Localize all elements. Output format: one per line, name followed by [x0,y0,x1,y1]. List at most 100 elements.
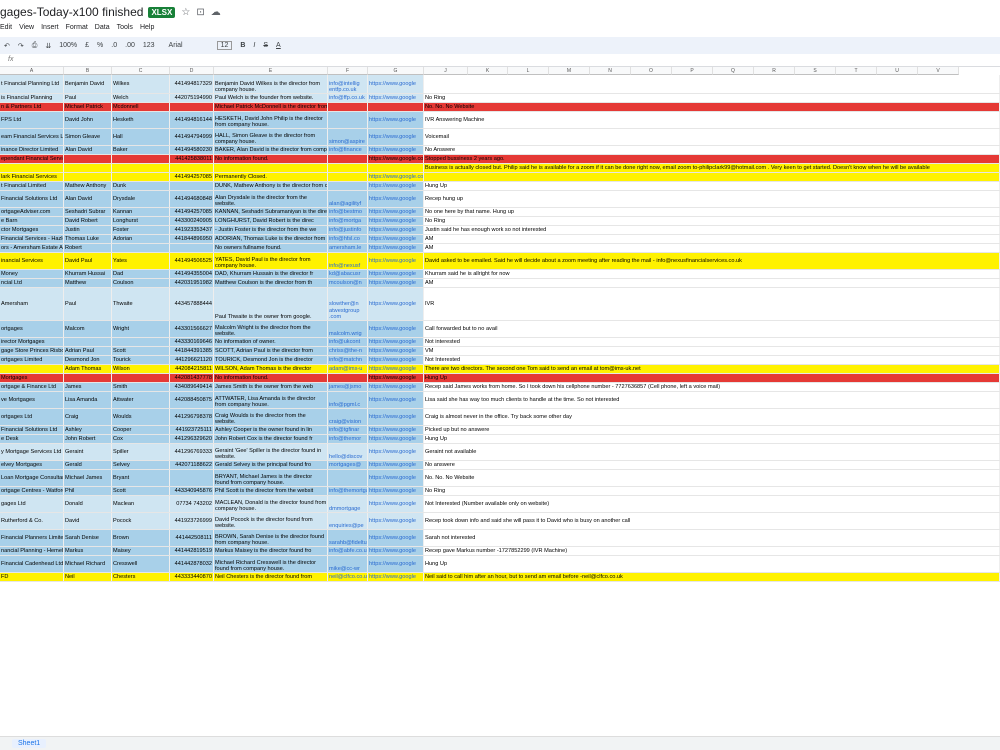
cell-d[interactable]: 442075194990 [170,94,214,102]
cell-j[interactable]: Neil said to call him after an hour, but… [424,573,1000,581]
menu-insert[interactable]: Insert [41,24,59,36]
cell-c[interactable]: Foster [112,226,170,234]
cell-e[interactable]: Paul Thwaite is the owner from google. [214,288,328,320]
cell-b[interactable]: David Robert [64,217,112,225]
cell-c[interactable] [112,164,170,172]
cell-c[interactable]: Cox [112,435,170,443]
cell-a[interactable]: FD [0,573,64,581]
strikethrough-button[interactable]: S [263,42,268,49]
cell-a[interactable]: ortgage & Finance Ltd [0,383,64,391]
cell-a[interactable]: ortgages [0,321,64,337]
cell-b[interactable]: Justin [64,226,112,234]
cell-e[interactable]: Matthew Coulson is the director from th [214,279,328,287]
cell-d[interactable]: 443457888444 [170,288,214,320]
cell-g[interactable]: https://www.google [368,487,424,495]
cell-a[interactable]: ortgages Limited [0,356,64,364]
cell-f[interactable] [328,155,368,163]
cell-e[interactable]: BAKER, Alan David is the director from c… [214,146,328,154]
cell-c[interactable]: Spiller [112,444,170,460]
cell-b[interactable]: James [64,383,112,391]
cell-c[interactable]: Smith [112,383,170,391]
cell-e[interactable]: No information of owner. [214,338,328,346]
cell-g[interactable]: https://www.google [368,270,424,278]
cell-c[interactable]: Dad [112,270,170,278]
cell-g[interactable]: https://www.google [368,288,424,320]
cell-f[interactable]: dmmortgage [328,496,368,512]
cell-j[interactable]: No Ring [424,487,1000,495]
cell-e[interactable]: Michael Patrick McDonnell is the directo… [214,103,328,111]
cell-b[interactable]: Neil [64,573,112,581]
print-icon[interactable]: ⎙ [32,42,38,50]
cell-g[interactable]: https://www.google [368,347,424,355]
cell-e[interactable]: Geraint 'Gee' Spiller is the director fo… [214,444,328,460]
cell-d[interactable]: 442088450875 [170,392,214,408]
cell-j[interactable]: No one here by that name. Hung up [424,208,1000,216]
cell-d[interactable]: 441296621120 [170,356,214,364]
cell-a[interactable]: Financial Planners Limited [0,530,64,546]
document-title[interactable]: gages-Today-x100 finished [0,5,143,19]
cell-j[interactable]: Hung Up [424,374,1000,382]
column-header-n[interactable]: N [590,67,631,75]
cell-e[interactable]: MACLEAN, Donald is the director found fr… [214,496,328,512]
cell-a[interactable]: n & Partners Ltd [0,103,64,111]
column-header-t[interactable]: T [836,67,877,75]
cell-g[interactable]: https://www.google [368,530,424,546]
cell-b[interactable]: Malcom [64,321,112,337]
cell-g[interactable]: https://www.google [368,409,424,425]
cell-g[interactable]: https://www.google [368,461,424,469]
column-header-b[interactable]: B [64,67,112,75]
cell-c[interactable]: Tourick [112,356,170,364]
cell-d[interactable]: 443301566627 [170,321,214,337]
cell-b[interactable]: Simon Gleave [64,129,112,145]
cell-b[interactable]: Paul [64,94,112,102]
cell-j[interactable]: AM [424,279,1000,287]
cell-f[interactable] [328,112,368,128]
cell-f[interactable] [328,103,368,111]
cell-f[interactable]: info@nexusf [328,253,368,269]
cell-j[interactable]: IVR Answering Machine [424,112,1000,128]
cell-a[interactable]: Financial Services - Hazle [0,235,64,243]
cell-j[interactable]: Khurram said he is allright for now [424,270,1000,278]
cell-f[interactable]: info@abfe.co.uk [328,547,368,555]
cell-b[interactable]: Robert [64,244,112,252]
cell-j[interactable]: Not Interested [424,356,1000,364]
cell-c[interactable]: Adorian [112,235,170,243]
cell-b[interactable]: Geraint [64,444,112,460]
cell-f[interactable]: neil@clfco.co.uk [328,573,368,581]
cell-e[interactable]: BROWN, Sarah Denise is the director foun… [214,530,328,546]
cell-g[interactable]: https://www.google [368,321,424,337]
cell-f[interactable]: info@intellig entfp.co.uk [328,75,368,93]
cell-g[interactable]: https://www.google [368,253,424,269]
cell-a[interactable]: elvey Mortgages [0,461,64,469]
cell-a[interactable]: gages Ltd [0,496,64,512]
cell-c[interactable] [112,374,170,382]
cell-g[interactable]: https://www.google [368,374,424,382]
cell-g[interactable]: https://www.google [368,356,424,364]
cell-f[interactable] [328,173,368,181]
cell-c[interactable]: Mcdonnell [112,103,170,111]
cell-c[interactable]: Selvey [112,461,170,469]
more-formats-button[interactable]: 123 [143,42,155,49]
cell-a[interactable]: Financial Cadenhead Ltd [0,556,64,572]
cell-c[interactable]: Hesketh [112,112,170,128]
cell-g[interactable]: https://www.google [368,75,424,93]
cell-g[interactable]: https://www.google [368,573,424,581]
undo-icon[interactable]: ↶ [4,42,10,50]
cell-b[interactable]: Lisa Amanda [64,392,112,408]
cell-a[interactable]: t Financial Limited [0,182,64,190]
cell-f[interactable]: info@pgml.c [328,392,368,408]
cell-e[interactable]: DUNK, Mathew Anthony is the director fro… [214,182,328,190]
cell-g[interactable]: https://www.google [368,129,424,145]
cell-j[interactable]: No Ring [424,217,1000,225]
cell-d[interactable] [170,103,214,111]
cell-c[interactable]: Maisey [112,547,170,555]
cell-e[interactable]: James Smith is the owner from the web [214,383,328,391]
font-select[interactable]: Arial [169,42,183,49]
cell-f[interactable]: info@finance [328,146,368,154]
cell-d[interactable] [170,244,214,252]
cell-j[interactable]: Hung Up [424,182,1000,190]
cell-c[interactable]: Dunk [112,182,170,190]
cell-d[interactable]: 442084215811 [170,365,214,373]
cell-g[interactable]: https://www.google [368,556,424,572]
cell-d[interactable]: 441494257085 [170,208,214,216]
